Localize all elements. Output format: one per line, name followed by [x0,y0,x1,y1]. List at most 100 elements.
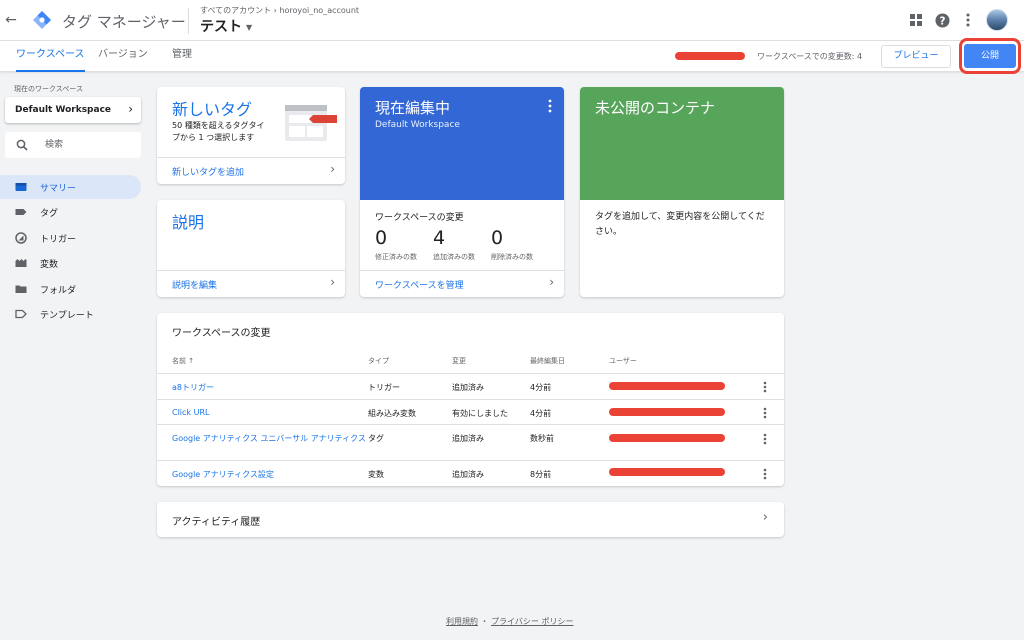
chevron-right-icon: › [549,275,554,289]
added-label: 追加済みの数 [433,253,475,261]
trigger-icon [15,232,27,244]
sidebar-item-triggers[interactable]: トリガー [0,226,141,250]
row-change: 追加済み [452,470,484,479]
currently-editing-workspace: Default Workspace [375,120,460,130]
more-vert-icon[interactable] [763,468,767,480]
search-input[interactable] [45,138,135,152]
row-change: 有効にしました [452,409,508,418]
table-row[interactable]: Google アナリティクス ユニバーサル アナリティクス タグ 追加済み 数秒… [157,424,784,460]
edit-description-link[interactable]: 説明を編集 [172,278,217,291]
sidebar-item-label: サマリー [40,184,77,194]
row-edited: 数秒前 [530,434,554,443]
table-row[interactable]: a8トリガー トリガー 追加済み 4分前 [157,373,784,399]
modified-stat: 0 修正済みの数 [375,227,417,262]
account-breadcrumb[interactable]: すべてのアカウント › horoyoi_no_account [200,5,359,16]
modified-label: 修正済みの数 [375,253,417,261]
currently-editing-header: 現在編集中 Default Workspace [360,87,564,200]
variable-icon [15,259,27,267]
tab-admin[interactable]: 管理 [172,41,192,72]
more-vert-icon[interactable] [763,381,767,393]
column-header-change[interactable]: 変更 [452,356,466,366]
more-vert-icon[interactable] [548,99,552,113]
redacted-region [675,52,745,60]
more-vert-icon[interactable] [960,12,976,28]
container-name: テスト [200,19,242,35]
manage-workspace-footer[interactable]: ワークスペースを管理 › [360,270,564,297]
template-icon [15,309,27,319]
apps-grid-icon[interactable] [908,12,924,28]
manage-workspace-link[interactable]: ワークスペースを管理 [375,278,464,291]
unpublished-message: タグを追加して、変更内容を公開してください。 [595,212,765,237]
row-type: 変数 [368,470,384,479]
search-box[interactable] [5,132,141,158]
description-card: 説明 説明を編集 › [157,200,345,297]
column-header-last-edited[interactable]: 最終編集日 [530,356,565,366]
sidebar-item-variables[interactable]: 変数 [0,251,141,275]
row-change: 追加済み [452,383,484,392]
added-count: 4 [433,227,446,249]
chevron-right-icon: › [330,162,335,176]
description-title: 説明 [172,213,205,232]
row-edited: 8分前 [530,470,552,479]
row-name[interactable]: Click URL [172,408,209,417]
help-icon[interactable]: ? [934,12,950,28]
unpublished-container-card: 未公開のコンテナ タグを追加して、変更内容を公開してください。 [580,87,784,297]
add-new-tag-link[interactable]: 新しいタグを追加 [172,165,244,178]
account-avatar[interactable] [986,9,1008,31]
row-name[interactable]: a8トリガー [172,382,214,393]
column-header-name[interactable]: 名前 ↑ [172,356,194,366]
sidebar-item-templates[interactable]: テンプレート [0,302,141,326]
footer-separator: ・ [480,617,489,626]
column-header-type[interactable]: タイプ [368,356,389,366]
chevron-right-icon: › [330,275,335,289]
summary-icon [15,183,27,191]
row-name[interactable]: Google アナリティクス ユニバーサル アナリティクス [172,432,366,445]
activity-history-card[interactable]: アクティビティ履歴 › [157,502,784,537]
terms-link[interactable]: 利用規約 [446,617,478,626]
more-vert-icon[interactable] [763,407,767,419]
new-tag-description: 50 種類を超えるタグタイプから 1 つ選択します [172,121,265,142]
description-footer[interactable]: 説明を編集 › [157,270,345,297]
table-row[interactable]: Click URL 組み込み変数 有効にしました 4分前 [157,399,784,424]
workspace-selector[interactable]: Default Workspace › [5,97,141,123]
workspace-name: Default Workspace [15,105,112,115]
sidebar-item-folders[interactable]: フォルダ [0,277,141,301]
column-header-user[interactable]: ユーザー [609,356,637,366]
new-tag-footer[interactable]: 新しいタグを追加 › [157,157,345,184]
preview-button[interactable]: プレビュー [881,45,951,68]
workspace-changes-label: ワークスペースの変更 [375,213,464,223]
folder-icon [15,285,27,293]
app-title: タグ マネージャー [62,13,186,31]
header-divider [188,8,189,34]
sidebar-item-label: テンプレート [40,311,94,321]
modified-count: 0 [375,227,388,249]
workspace-changes-title: ワークスペースの変更 [172,328,271,339]
row-edited: 4分前 [530,409,552,418]
new-tag-illustration [285,105,337,141]
back-arrow-icon[interactable]: ← [4,11,18,29]
chevron-right-icon: › [128,102,133,116]
table-row[interactable]: Google アナリティクス設定 変数 追加済み 8分前 [157,460,784,486]
page-footer: 利用規約 ・ プライバシー ポリシー [446,616,573,627]
workspace-changes-card: ワークスペースの変更 名前 ↑ タイプ 変更 最終編集日 ユーザー a8トリガー… [157,313,784,486]
row-name[interactable]: Google アナリティクス設定 [172,469,274,480]
tab-workspace[interactable]: ワークスペース [16,41,85,72]
more-vert-icon[interactable] [763,433,767,445]
redacted-user [609,434,725,442]
new-tag-title: 新しいタグ [172,100,253,119]
tab-bar: ワークスペース バージョン 管理 [0,41,1024,72]
added-stat: 4 追加済みの数 [433,227,475,262]
redacted-user [609,468,725,476]
redacted-user [609,408,725,416]
privacy-policy-link[interactable]: プライバシー ポリシー [491,617,573,626]
publish-button[interactable]: 公開 [964,44,1016,68]
deleted-count: 0 [491,227,504,249]
tab-versions[interactable]: バージョン [98,41,148,72]
container-selector[interactable]: テスト ▼ [200,16,252,36]
activity-history-title: アクティビティ履歴 [172,517,261,528]
workspace-changes-count: ワークスペースでの変更数: 4 [757,52,863,61]
row-edited: 4分前 [530,383,552,392]
chevron-right-icon: › [762,510,768,525]
sidebar-item-summary[interactable]: サマリー [0,175,141,199]
sidebar-item-tags[interactable]: タグ [0,200,141,224]
